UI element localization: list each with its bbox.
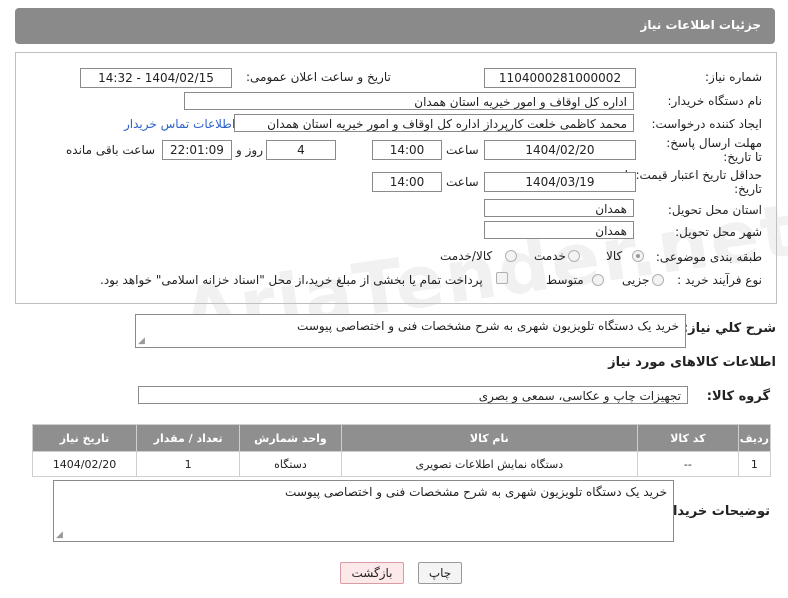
category-goods-service-label: کالا/خدمت [440, 249, 493, 263]
buyer-notes-label: توضیحات خریدار: [660, 504, 770, 519]
category-goods-service-radio[interactable] [505, 250, 517, 262]
cell-name: دستگاه نمایش اطلاعات تصویری [340, 451, 638, 477]
print-button[interactable]: چاپ [418, 562, 462, 584]
treasury-payment-checkbox[interactable] [496, 272, 508, 284]
category-label: طبقه بندی موضوعی: [655, 250, 762, 264]
process-medium-label: متوسط [546, 273, 584, 287]
category-goods-radio[interactable] [632, 250, 644, 262]
buyer-org-field[interactable]: اداره کل اوقاف و امور خیریه استان همدان [184, 92, 634, 110]
goods-group-label: گروه کالا: [706, 389, 770, 404]
days-label: روز و [236, 143, 263, 157]
reply-date-field[interactable]: 1404/02/20 [484, 140, 636, 160]
goods-group-field[interactable]: تجهیزات چاپ و عکاسی، سمعی و بصری [138, 386, 688, 404]
buyer-notes-text: خرید یک دستگاه تلویزیون شهری به شرح مشخص… [285, 485, 667, 499]
city-field[interactable]: همدان [484, 221, 634, 239]
process-minor-radio[interactable] [652, 274, 664, 286]
process-minor-label: جزیی [622, 273, 650, 287]
column-header-date: تاریخ نیاز [31, 424, 138, 452]
resize-grip-icon[interactable]: ◢ [56, 530, 63, 540]
page-title: جزئیات اطلاعات نیاز [640, 18, 761, 32]
buyer-org-label: نام دستگاه خریدار: [667, 94, 763, 108]
column-header-code: کد کالا [636, 424, 739, 452]
contact-info-link[interactable]: اطلاعات تماس خریدار [124, 117, 235, 131]
column-header-name: نام کالا [340, 424, 638, 452]
city-label: شهر محل تحویل: [675, 225, 762, 239]
goods-section-title: اطلاعات کالاهای مورد نیاز [608, 355, 776, 370]
reply-deadline-label: مهلت ارسال پاسخ: تا تاریخ: [666, 136, 762, 164]
category-service-label: خدمت [534, 249, 566, 263]
cell-code: -- [636, 451, 739, 477]
province-label: استان محل تحویل: [667, 203, 762, 217]
validity-date-field[interactable]: 1404/03/19 [484, 172, 636, 192]
column-header-quantity: تعداد / مقدار [136, 424, 241, 452]
need-number-field[interactable]: 1104000281000002 [484, 68, 636, 88]
column-header-row-number: ردیف [737, 424, 772, 452]
need-number-label: شماره نیاز: [705, 70, 762, 84]
goods-table: ردیف کد کالا نام کالا واحد شمارش تعداد /… [31, 424, 772, 477]
requester-field[interactable]: محمد کاظمی خلعت کارپرداز اداره کل اوقاف … [234, 114, 634, 132]
page-header: جزئیات اطلاعات نیاز [15, 8, 775, 44]
cell-quantity: 1 [136, 451, 241, 477]
requester-label: ایجاد کننده درخواست: [651, 117, 762, 131]
announce-label: تاریخ و ساعت اعلان عمومی: [246, 70, 391, 84]
days-field[interactable]: 4 [266, 140, 336, 160]
announce-datetime-field[interactable]: 1404/02/15 - 14:32 [80, 68, 232, 88]
remaining-time-label: ساعت باقی مانده [66, 143, 156, 157]
validity-time-field[interactable]: 14:00 [372, 172, 442, 192]
category-goods-label: کالا [606, 249, 623, 263]
price-validity-label: حداقل تاریخ اعتبار قیمت: تا تاریخ: [624, 168, 762, 196]
reply-time-label: ساعت [446, 143, 479, 157]
validity-time-label: ساعت [446, 175, 479, 189]
buyer-notes-textarea[interactable]: خرید یک دستگاه تلویزیون شهری به شرح مشخص… [53, 480, 674, 542]
process-medium-radio[interactable] [592, 274, 604, 286]
reply-time-field[interactable]: 14:00 [372, 140, 442, 160]
resize-grip-icon[interactable]: ◢ [138, 336, 145, 346]
cell-row-number: 1 [737, 451, 772, 477]
description-textarea[interactable]: خرید یک دستگاه تلویزیون شهری به شرح مشخص… [135, 314, 686, 348]
category-service-radio[interactable] [568, 250, 580, 262]
description-text: خرید یک دستگاه تلویزیون شهری به شرح مشخص… [297, 319, 679, 333]
cell-unit: دستگاه [239, 451, 342, 477]
table-row[interactable]: 1 -- دستگاه نمایش اطلاعات تصویری دستگاه … [31, 451, 772, 477]
cell-date: 1404/02/20 [31, 451, 138, 477]
treasury-payment-note: پرداخت تمام یا بخشی از مبلغ خرید،از محل … [100, 273, 483, 287]
process-label: نوع فرآیند خرید : [677, 273, 762, 287]
province-field[interactable]: همدان [484, 199, 634, 217]
remaining-time-field[interactable]: 22:01:09 [162, 140, 232, 160]
column-header-unit: واحد شمارش [239, 424, 342, 452]
table-header-row: ردیف کد کالا نام کالا واحد شمارش تعداد /… [31, 424, 772, 452]
back-button[interactable]: بازگشت [340, 562, 404, 584]
description-label: شرح کلي نياز: [682, 321, 776, 336]
